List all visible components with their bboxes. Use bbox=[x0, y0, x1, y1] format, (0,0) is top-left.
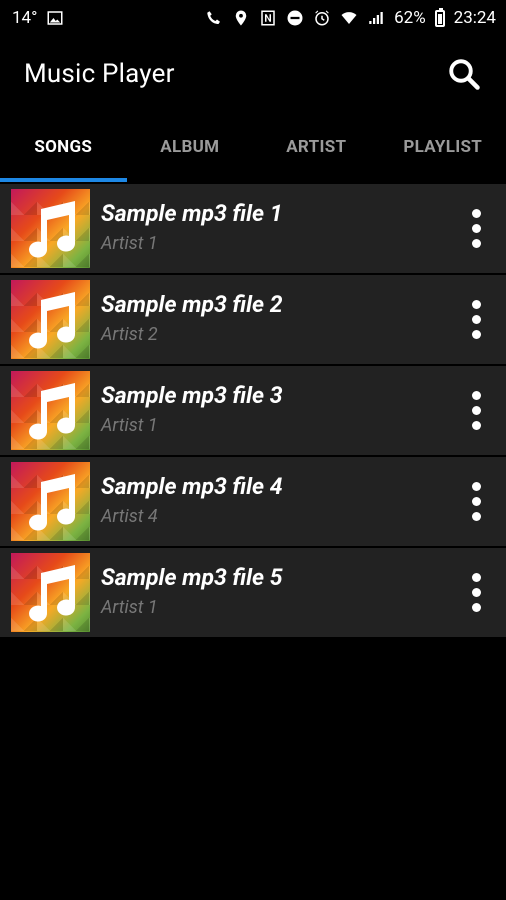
more-options-button[interactable] bbox=[446, 548, 506, 637]
tab-artist[interactable]: ARTIST bbox=[253, 112, 380, 182]
location-icon bbox=[232, 9, 250, 27]
album-art bbox=[11, 280, 90, 359]
dnd-icon bbox=[286, 9, 304, 27]
battery-icon bbox=[434, 7, 445, 27]
wifi-call-icon bbox=[205, 9, 223, 27]
music-note-icon bbox=[29, 565, 76, 622]
tab-bar: SONGS ALBUM ARTIST PLAYLIST bbox=[0, 112, 506, 182]
nfc-icon bbox=[259, 9, 277, 27]
more-vert-icon bbox=[471, 209, 481, 248]
signal-icon bbox=[367, 9, 385, 27]
song-title: Sample mp3 file 5 bbox=[101, 563, 283, 591]
tab-indicator bbox=[0, 178, 127, 182]
app-title: Music Player bbox=[24, 59, 175, 89]
more-vert-icon bbox=[471, 300, 481, 339]
more-options-button[interactable] bbox=[446, 184, 506, 273]
song-list: Sample mp3 file 1 Artist 1 Sample mp3 fi… bbox=[0, 184, 506, 637]
more-options-button[interactable] bbox=[446, 275, 506, 364]
music-note-icon bbox=[29, 292, 76, 349]
tab-songs[interactable]: SONGS bbox=[0, 112, 127, 182]
more-vert-icon bbox=[471, 482, 481, 521]
music-note-icon bbox=[29, 383, 76, 440]
tab-album[interactable]: ALBUM bbox=[127, 112, 254, 182]
song-artist: Artist 2 bbox=[101, 323, 158, 345]
song-row[interactable]: Sample mp3 file 2 Artist 2 bbox=[0, 275, 506, 364]
app-bar: Music Player bbox=[0, 36, 506, 112]
song-row[interactable]: Sample mp3 file 3 Artist 1 bbox=[0, 366, 506, 455]
album-art bbox=[11, 553, 90, 632]
album-art bbox=[11, 371, 90, 450]
song-title: Sample mp3 file 4 bbox=[101, 472, 283, 500]
wifi-icon bbox=[340, 9, 358, 27]
music-note-icon bbox=[29, 201, 76, 258]
tab-playlist[interactable]: PLAYLIST bbox=[380, 112, 506, 182]
image-icon bbox=[46, 9, 64, 27]
more-vert-icon bbox=[471, 573, 481, 612]
song-artist: Artist 4 bbox=[101, 505, 158, 527]
song-title: Sample mp3 file 1 bbox=[101, 199, 283, 227]
battery-percent: 62% bbox=[394, 8, 426, 28]
clock: 23:24 bbox=[453, 8, 496, 28]
status-bar: 14° 62% 23:24 bbox=[0, 0, 506, 36]
song-artist: Artist 1 bbox=[101, 414, 158, 436]
more-options-button[interactable] bbox=[446, 457, 506, 546]
search-button[interactable] bbox=[444, 54, 484, 94]
temperature: 14° bbox=[12, 8, 38, 28]
song-artist: Artist 1 bbox=[101, 596, 158, 618]
music-note-icon bbox=[29, 474, 76, 531]
more-vert-icon bbox=[471, 391, 481, 430]
song-row[interactable]: Sample mp3 file 4 Artist 4 bbox=[0, 457, 506, 546]
album-art bbox=[11, 462, 90, 541]
song-title: Sample mp3 file 2 bbox=[101, 290, 283, 318]
alarm-icon bbox=[313, 9, 331, 27]
song-artist: Artist 1 bbox=[101, 232, 158, 254]
song-row[interactable]: Sample mp3 file 1 Artist 1 bbox=[0, 184, 506, 273]
more-options-button[interactable] bbox=[446, 366, 506, 455]
song-title: Sample mp3 file 3 bbox=[101, 381, 283, 409]
search-icon bbox=[449, 59, 480, 90]
album-art bbox=[11, 189, 90, 268]
song-row[interactable]: Sample mp3 file 5 Artist 1 bbox=[0, 548, 506, 637]
